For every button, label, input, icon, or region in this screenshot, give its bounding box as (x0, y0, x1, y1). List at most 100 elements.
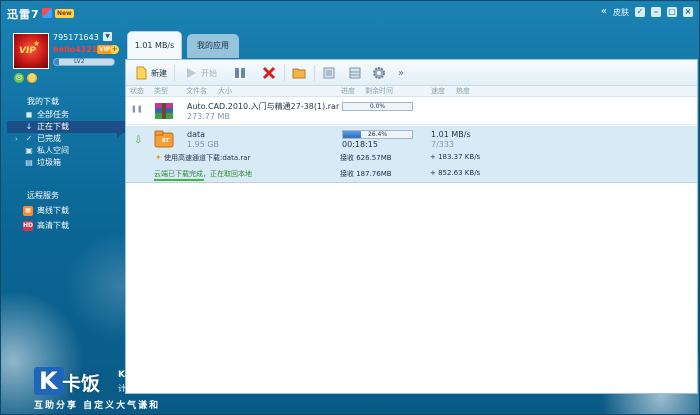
sidebar-item-private-space[interactable]: ▣ 私人空间 (9, 145, 125, 157)
pause-button[interactable] (233, 64, 247, 82)
column-speed[interactable]: 速度 (431, 86, 445, 97)
sidebar-item-all-tasks[interactable]: ◼ 全部任务 (9, 109, 125, 121)
level-progress-fill (54, 59, 59, 65)
sidebar-item-label: 高清下载 (37, 221, 69, 230)
accel-speed: + 183.37 KB/s (430, 153, 481, 161)
sidebar-item-label: 垃圾箱 (37, 158, 61, 167)
task-row[interactable]: ❚❚ Auto.CAD.2010.入门与精通27-38(1).rar 273.7… (126, 97, 697, 125)
maximize-button[interactable]: □ (667, 7, 677, 17)
download-arrow-icon[interactable]: ⇩ (134, 135, 142, 146)
more-button[interactable]: » (398, 64, 404, 82)
app-window: 迅雷7 New « 皮肤 ✓ – □ × ★ VIP 795171643 ▼ h… (0, 0, 700, 415)
message-icon[interactable]: ✉ (14, 73, 24, 83)
rar-file-icon (154, 102, 174, 120)
column-size[interactable]: 大小 (218, 86, 232, 97)
chevron-down-icon[interactable]: ▼ (103, 32, 112, 41)
column-status[interactable]: 状态 (130, 86, 144, 97)
cloud-speed: + 852.63 KB/s (430, 169, 481, 177)
sidebar-item-label: 正在下载 (37, 122, 69, 131)
title-bar[interactable]: 迅雷7 New « 皮肤 ✓ – □ × (1, 1, 699, 27)
status-bar (125, 394, 698, 414)
checkbox-icon[interactable]: ✓ (635, 7, 645, 17)
sidebar-item-hd-download[interactable]: HD 高清下载 (9, 219, 125, 233)
kafan-subtitle: 计算机安全 (118, 384, 158, 393)
task-peers: 7/333 (431, 140, 455, 149)
sidebar-heading-remote-services[interactable]: 远程服务 (9, 190, 59, 201)
task-speed: 1.01 MB/s (431, 130, 471, 139)
open-folder-button[interactable] (292, 64, 306, 82)
settings-button[interactable] (372, 64, 386, 82)
cloud-received: 接收 187.76MB (340, 170, 392, 178)
task-progress-bar: 26.4% (342, 130, 413, 139)
kafan-brand: 卡饭 (62, 373, 101, 395)
add-badge[interactable]: + (110, 45, 119, 54)
new-task-button[interactable]: 新建 (134, 64, 167, 82)
collapse-icon[interactable]: « (601, 6, 607, 18)
task-progress-bar: 0.0% (342, 102, 413, 111)
avatar[interactable]: ★ VIP (13, 33, 49, 69)
task-size: 273.77 MB (187, 112, 230, 121)
toolbar: 新建 开始 » (126, 60, 697, 86)
toolbar-divider (284, 65, 285, 81)
cloud-status-label[interactable]: 云端已下载完成，正在取回本地 (154, 169, 252, 179)
column-progress[interactable]: 进度 (341, 86, 355, 97)
detail-view-button[interactable] (348, 64, 362, 82)
list-view-button[interactable] (322, 64, 336, 82)
task-filename: data (187, 130, 206, 139)
sidebar-item-label: 全部任务 (37, 110, 69, 119)
completed-icon: ✓ (25, 134, 33, 143)
column-type[interactable]: 类型 (154, 86, 168, 97)
task-progress-label: 0.0% (369, 103, 386, 110)
chevron-right-icon[interactable]: › (15, 133, 18, 145)
sidebar-item-offline-download[interactable]: ▦ 离线下载 (9, 204, 125, 218)
sidebar-item-label: 已完成 (37, 134, 61, 143)
kafan-slogan: 互助分享 自定义大气谦和 (34, 401, 161, 411)
smile-icon[interactable]: ☺ (27, 73, 37, 83)
new-file-icon (134, 66, 148, 80)
level-label: LV2 (74, 58, 85, 65)
offline-download-icon: ▦ (23, 206, 33, 216)
new-badge: New (55, 9, 74, 18)
sidebar-item-completed[interactable]: › ✓ 已完成 (9, 133, 125, 145)
column-remaining[interactable]: 剩余时间 (365, 86, 393, 97)
tab-downloads-speed[interactable]: 1.01 MB/s (127, 31, 182, 59)
username[interactable]: hello4321 (53, 45, 97, 54)
skin-button[interactable]: 皮肤 (613, 7, 629, 18)
delete-button[interactable] (262, 64, 276, 82)
hd-download-icon: HD (23, 221, 34, 231)
cloud-status-underline (154, 179, 204, 181)
downloading-icon: ↓ (25, 122, 33, 131)
tab-my-apps[interactable]: 我的应用 (187, 34, 239, 58)
start-button[interactable]: 开始 (184, 64, 217, 82)
sidebar: 我的下载 ◼ 全部任务 ↓ 正在下载 › ✓ 已完成 ▣ 私人空间 ▤ 垃圾箱 (7, 95, 125, 169)
sidebar-item-trash[interactable]: ▤ 垃圾箱 (9, 157, 125, 169)
kafan-logo-letter: K (39, 367, 58, 395)
title-controls: « 皮肤 ✓ – □ × (601, 6, 693, 18)
paused-icon[interactable]: ❚❚ (131, 105, 143, 113)
column-heat[interactable]: 热度 (456, 86, 470, 97)
sidebar-item-downloading[interactable]: ↓ 正在下载 (7, 121, 125, 133)
all-tasks-icon: ◼ (25, 110, 33, 119)
task-size: 1.95 GB (187, 140, 220, 149)
trash-icon: ▤ (25, 158, 33, 167)
user-id: 795171643 (53, 33, 99, 42)
selection-pointer (117, 128, 123, 138)
minimize-button[interactable]: – (651, 7, 661, 17)
toolbar-divider (314, 65, 315, 81)
folder-icon (292, 66, 306, 80)
kafan-watermark: K 卡饭 KaFan.CN 计算机安全 互助分享 自定义大气谦和 (34, 367, 194, 414)
kafan-logo-icon: K (34, 367, 64, 395)
new-task-label: 新建 (151, 68, 167, 78)
app-title: 迅雷7 (7, 8, 40, 21)
delete-icon (262, 66, 276, 80)
task-remaining: 00:18:15 (342, 140, 378, 149)
task-progress-label: 26.4% (367, 131, 388, 138)
task-row-selected[interactable]: ⇩ BT data 1.95 GB 26.4% 00:18:15 1.01 MB… (126, 126, 697, 183)
column-filename[interactable]: 文件名 (186, 86, 207, 97)
toolbar-divider (174, 65, 175, 81)
accel-channel-label: 使用高速通道下载:data.rar (164, 154, 251, 162)
avatar-vip-text: VIP (19, 46, 36, 56)
detail-view-icon (348, 66, 362, 80)
sidebar-heading-my-downloads[interactable]: 我的下载 (9, 95, 125, 109)
close-button[interactable]: × (683, 7, 693, 17)
